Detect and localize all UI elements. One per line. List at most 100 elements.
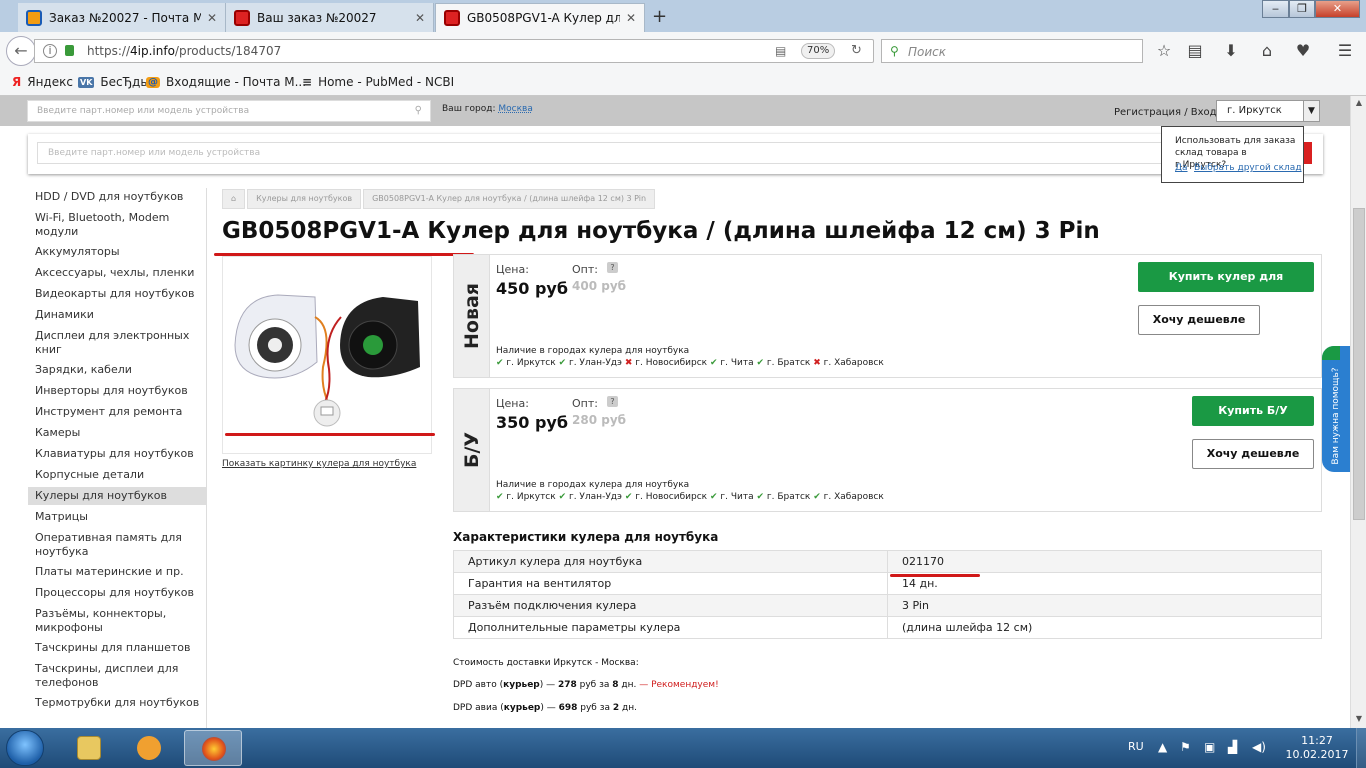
device-icon[interactable]: ▣ [1204, 740, 1215, 754]
city-select[interactable]: г. Иркутск ▼ [1216, 100, 1320, 122]
want-cheaper-button[interactable]: Хочу дешевле [1192, 439, 1314, 469]
address-bar[interactable]: i https://4ip.info/products/184707 ▤ 70%… [34, 39, 874, 63]
chevron-down-icon[interactable]: ▼ [1303, 101, 1319, 121]
bookmark-vk[interactable]: VK БесЂды [78, 75, 150, 89]
zoom-indicator[interactable]: 70% [801, 43, 836, 59]
taskbar-firefox[interactable] [184, 730, 242, 766]
menu-icon[interactable]: ☰ [1334, 41, 1356, 60]
price-label: Цена: [496, 397, 529, 410]
scroll-up-icon[interactable]: ▲ [1353, 98, 1365, 110]
close-window-button[interactable]: ✕ [1315, 0, 1360, 18]
breadcrumb: ⌂ Кулеры для ноутбуков GB0508PGV1-A Куле… [222, 189, 657, 209]
tab-mail-order[interactable]: Заказ №20027 - Почта Ма... ✕ [18, 3, 226, 32]
sidebar-item[interactable]: Инверторы для ноутбуков [28, 382, 207, 400]
sidebar-item[interactable]: Динамики [28, 306, 207, 324]
sidebar-item[interactable]: Камеры [28, 424, 207, 442]
bookmark-yandex[interactable]: Я Яндекс [12, 75, 73, 89]
sidebar-item[interactable]: Разъёмы, коннекторы, микрофоны [28, 605, 207, 637]
bookmark-pubmed[interactable]: ≡ Home - PubMed - NCBI [302, 75, 454, 89]
new-tab-button[interactable]: + [652, 6, 667, 27]
sidebar-item[interactable]: Инструмент для ремонта [28, 403, 207, 421]
city-name: г. Иркутск [506, 492, 556, 502]
sidebar-item[interactable]: Платы материнские и пр. [28, 563, 207, 581]
back-arrow-icon[interactable]: ← [6, 36, 36, 66]
sidebar-item[interactable]: Клавиатуры для ноутбуков [28, 445, 207, 463]
sidebar-item[interactable]: Зарядки, кабели [28, 361, 207, 379]
bookmark-star-icon[interactable]: ☆ [1153, 41, 1175, 60]
city-link[interactable]: Москва [498, 104, 532, 114]
reload-icon[interactable]: ↻ [851, 43, 862, 58]
sidebar-item[interactable]: Оперативная память для ноутбука [28, 529, 207, 561]
sidebar-item[interactable]: Матрицы [28, 508, 207, 526]
sidebar-item[interactable]: Тачскрины, дисплеи для телефонов [28, 660, 207, 692]
popup-other-warehouse-link[interactable]: Выбрать другой склад [1194, 163, 1302, 173]
bookmarks-list-icon[interactable]: ▤ [1184, 41, 1206, 60]
clock[interactable]: 11:27 10.02.2017 [1282, 734, 1352, 762]
check-icon: ✔ [709, 492, 721, 502]
show-photo-link[interactable]: Показать картинку кулера для ноутбука [222, 459, 416, 469]
sidebar-item[interactable]: Аккумуляторы [28, 243, 207, 261]
maximize-button[interactable]: ❐ [1289, 0, 1315, 18]
sidebar-item[interactable]: HDD / DVD для ноутбуков [28, 188, 207, 206]
delivery-part: — Рекомендуем! [636, 680, 719, 690]
spec-value: 021170 [887, 550, 1322, 573]
bookmark-mail[interactable]: @ Входящие - Почта М... [146, 75, 306, 89]
browser-search-input[interactable]: ⚲ Поиск [881, 39, 1143, 63]
search-icon[interactable]: ⚲ [415, 105, 422, 116]
main-search-input[interactable]: Введите парт.номер или модель устройства [37, 142, 1173, 164]
taskbar-explorer[interactable] [60, 730, 118, 766]
sidebar-item[interactable]: Wi-Fi, Bluetooth, Modem модули [28, 209, 207, 241]
buy-new-button[interactable]: Купить кулер для ноутбука [1138, 262, 1314, 313]
mail-icon [26, 9, 42, 26]
volume-icon[interactable]: ◀) [1252, 740, 1266, 754]
mail-icon: @ [146, 76, 160, 88]
sidebar-item[interactable]: Видеокарты для ноутбуков [28, 285, 207, 303]
want-cheaper-button[interactable]: Хочу дешевле [1138, 305, 1260, 335]
header-search-input[interactable]: Введите парт.номер или модель устройства… [27, 100, 431, 122]
scroll-down-icon[interactable]: ▼ [1353, 714, 1365, 726]
lock-icon [65, 45, 74, 56]
register-login-link[interactable]: Регистрация / Вход [1114, 107, 1217, 118]
language-indicator[interactable]: RU [1128, 740, 1144, 753]
close-icon[interactable]: ✕ [415, 11, 425, 25]
chevron-up-icon[interactable]: ▲ [1158, 740, 1167, 754]
check-icon: ✔ [558, 358, 569, 368]
reader-view-icon[interactable]: ▤ [775, 44, 786, 58]
fan-image [234, 294, 420, 427]
taskbar-media-player[interactable] [120, 730, 178, 766]
sidebar-item[interactable]: Тачскрины для планшетов [28, 639, 207, 657]
sidebar-item[interactable]: Дисплеи для электронных книг [28, 327, 207, 359]
home-icon[interactable]: ⌂ [222, 189, 246, 209]
pocket-icon[interactable]: ♥ [1292, 41, 1314, 60]
minimize-button[interactable]: ‒ [1262, 0, 1289, 18]
home-icon[interactable]: ⌂ [1256, 41, 1278, 60]
start-button[interactable] [6, 730, 44, 766]
product-photo[interactable] [222, 256, 432, 454]
popup-yes-link[interactable]: Да [1175, 163, 1188, 173]
close-icon[interactable]: ✕ [626, 11, 636, 25]
network-icon[interactable]: ▟ [1228, 740, 1237, 754]
opt-label: Опт: [572, 263, 598, 276]
sidebar-item[interactable]: Термотрубки для ноутбуков [28, 694, 207, 712]
help-icon[interactable]: ? [607, 262, 618, 273]
sidebar-item[interactable]: Аксессуары, чехлы, пленки [28, 264, 207, 282]
show-desktop-button[interactable] [1356, 728, 1366, 768]
downloads-icon[interactable]: ⬇ [1220, 41, 1242, 60]
info-icon[interactable]: i [43, 44, 57, 58]
sidebar-item[interactable]: Кулеры для ноутбуков [28, 487, 207, 505]
tab-product[interactable]: GB0508PGV1-A Кулер для ... ✕ [435, 3, 645, 32]
tab-your-order[interactable]: Ваш заказ №20027 ✕ [226, 3, 434, 32]
sidebar-item[interactable]: Процессоры для ноутбуков [28, 584, 207, 602]
vertical-scrollbar[interactable]: ▲ ▼ [1350, 96, 1366, 728]
sidebar-item[interactable]: Корпусные детали [28, 466, 207, 484]
flag-icon[interactable]: ⚑ [1180, 740, 1191, 754]
breadcrumb-item: GB0508PGV1-A Кулер для ноутбука / (длина… [363, 189, 656, 209]
scroll-thumb[interactable] [1353, 208, 1365, 520]
search-placeholder: Введите парт.номер или модель устройства [48, 148, 261, 158]
breadcrumb-item[interactable]: Кулеры для ноутбуков [247, 189, 362, 209]
delivery-part: ) — [540, 703, 559, 713]
help-icon[interactable]: ? [607, 396, 618, 407]
buy-used-button[interactable]: Купить Б/У [1192, 396, 1314, 426]
help-tab[interactable]: Вам нужна помощь? [1322, 346, 1350, 472]
close-icon[interactable]: ✕ [207, 11, 217, 25]
